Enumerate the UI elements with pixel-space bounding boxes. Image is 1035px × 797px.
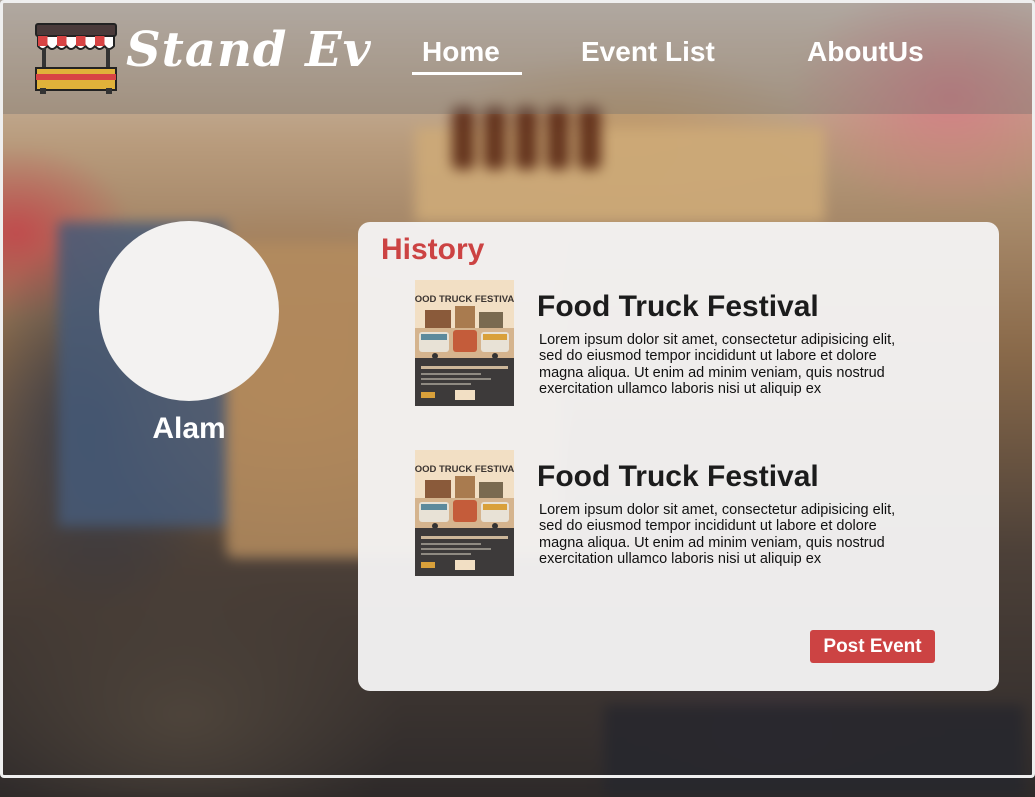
avatar[interactable] <box>99 221 279 401</box>
nav-active-underline <box>412 72 522 75</box>
history-title: History <box>381 233 485 266</box>
nav-about-us[interactable]: AboutUs <box>807 36 924 68</box>
brand-logo-text[interactable]: Stand Ev <box>126 22 372 78</box>
poster-title: FOOD TRUCK FESTIVAL <box>415 464 514 475</box>
event-description: Lorem ipsum dolor sit amet, consectetur … <box>539 332 896 397</box>
profile-name: Alam <box>152 412 226 445</box>
post-event-button[interactable]: Post Event <box>810 630 935 663</box>
event-title[interactable]: Food Truck Festival <box>537 290 819 324</box>
history-item[interactable]: FOOD TRUCK FESTIVAL Fo <box>414 450 974 576</box>
poster-title: FOOD TRUCK FESTIVAL <box>415 294 514 305</box>
event-description: Lorem ipsum dolor sit amet, consectetur … <box>539 502 896 567</box>
history-panel: History FOOD TRUCK FESTIVAL <box>358 222 999 691</box>
nav-home[interactable]: Home <box>422 36 500 68</box>
event-title[interactable]: Food Truck Festival <box>537 460 819 494</box>
event-poster-image[interactable]: FOOD TRUCK FESTIVAL <box>415 280 514 406</box>
nav-event-list[interactable]: Event List <box>581 36 715 68</box>
event-poster-image[interactable]: FOOD TRUCK FESTIVAL <box>415 450 514 576</box>
history-item[interactable]: FOOD TRUCK FESTIVAL Fo <box>414 280 974 406</box>
top-navbar: Stand Ev Home Event List AboutUs <box>0 0 1035 114</box>
market-stall-icon[interactable] <box>34 22 118 94</box>
